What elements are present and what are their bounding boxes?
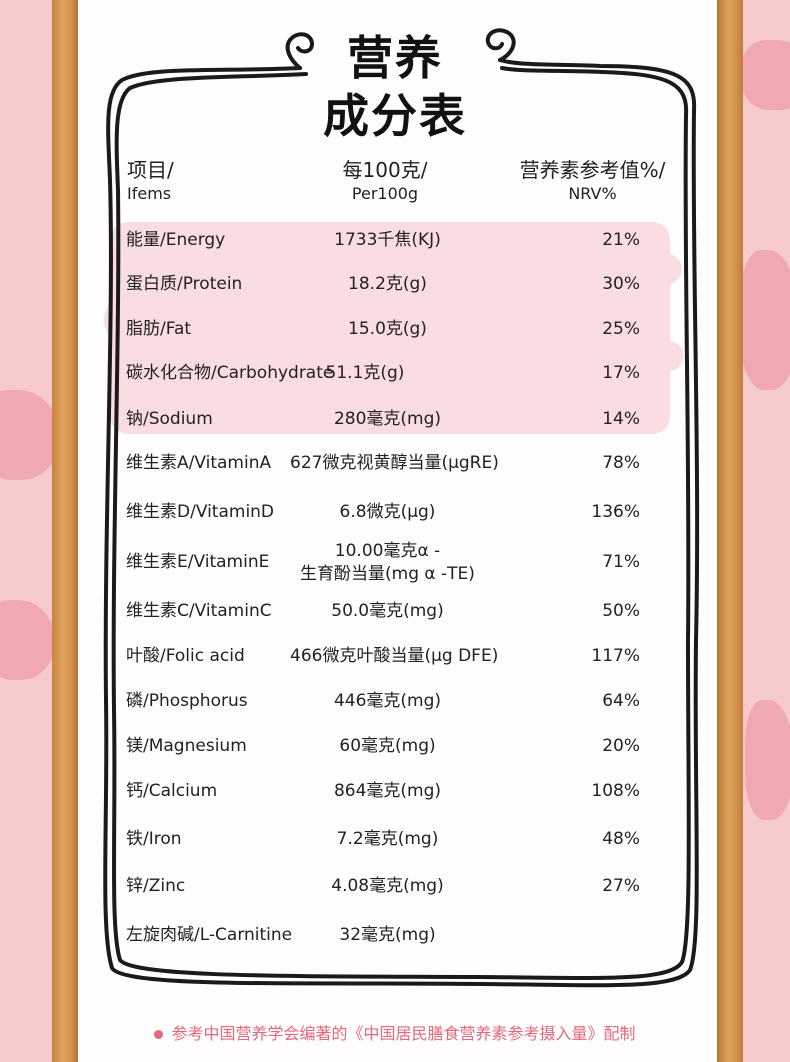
nutrient-value: 627微克视黄醇当量(μgRE) xyxy=(290,453,499,473)
nutrient-value: 18.2克(g) xyxy=(348,274,427,294)
column-header-per100g: 每100克/ Per100g xyxy=(300,158,470,206)
nutrient-value: 446毫克(mg) xyxy=(333,691,442,711)
nutrient-value: 466微克叶酸当量(μg DFE) xyxy=(290,646,499,666)
page-title-line2: 成分表 xyxy=(323,89,467,143)
nutrient-nrv: 21% xyxy=(602,230,640,250)
nutrient-nrv: 14% xyxy=(602,409,640,429)
nutrient-nrv: 64% xyxy=(602,691,640,711)
nutrient-name: 脂肪/Fat xyxy=(126,319,192,339)
nutrient-nrv: 71% xyxy=(602,552,640,572)
column-header-item: 项目/ Ifems xyxy=(127,158,174,206)
nutrient-value: 60毫克(mg) xyxy=(339,736,436,756)
table-row: 蛋白质/Protein 18.2克(g) 30% xyxy=(0,274,790,304)
header-item-cn: 项目/ xyxy=(127,158,174,182)
table-row: 维生素C/VitaminC 50.0毫克(mg) 50% xyxy=(0,601,790,631)
nutrient-nrv: 30% xyxy=(602,274,640,294)
nutrient-nrv: 50% xyxy=(602,601,640,621)
nutrient-name: 维生素A/VitaminA xyxy=(126,453,272,473)
table-row: 钙/Calcium 864毫克(mg) 108% xyxy=(0,781,790,811)
table-row: 碳水化合物/Carbohydrate 51.1克(g) 17% xyxy=(0,363,790,393)
nutrient-value: 32毫克(mg) xyxy=(339,925,436,945)
nutrient-value: 7.2毫克(mg) xyxy=(336,829,439,849)
nutrient-nrv: 136% xyxy=(591,502,640,522)
nutrient-value: 4.08毫克(mg) xyxy=(331,876,444,896)
table-row: 维生素D/VitaminD 6.8微克(μg) 136% xyxy=(0,502,790,532)
nutrient-nrv: 78% xyxy=(602,453,640,473)
header-per-en: Per100g xyxy=(351,184,419,203)
header-item-en: Ifems xyxy=(127,184,172,203)
header-per-cn: 每100克/ xyxy=(342,158,428,182)
table-row: 叶酸/Folic acid 466微克叶酸当量(μg DFE) 117% xyxy=(0,646,790,676)
nutrient-name: 钠/Sodium xyxy=(126,409,213,429)
nutrient-name: 蛋白质/Protein xyxy=(126,274,243,294)
nutrient-name: 铁/Iron xyxy=(126,829,182,849)
nutrient-value: 6.8微克(μg) xyxy=(339,502,436,522)
nutrient-name: 磷/Phosphorus xyxy=(126,691,248,711)
header-nrv-en: NRV% xyxy=(568,184,617,203)
table-row: 左旋肉碱/L-Carnitine 32毫克(mg) xyxy=(0,925,790,955)
nutrient-name: 锌/Zinc xyxy=(126,876,186,896)
table-row: 维生素A/VitaminA 627微克视黄醇当量(μgRE) 78% xyxy=(0,453,790,483)
nutrient-name: 叶酸/Folic acid xyxy=(126,646,245,666)
nutrient-value: 864毫克(mg) xyxy=(333,781,442,801)
table-row: 钠/Sodium 280毫克(mg) 14% xyxy=(0,409,790,439)
bullet-dot-icon xyxy=(154,1030,164,1039)
table-row: 镁/Magnesium 60毫克(mg) 20% xyxy=(0,736,790,766)
nutrient-nrv: 25% xyxy=(602,319,640,339)
nutrient-nrv: 17% xyxy=(602,363,640,383)
nutrient-nrv: 27% xyxy=(602,876,640,896)
table-row: 能量/Energy 1733千焦(KJ) 21% xyxy=(0,230,790,260)
nutrient-name: 维生素C/VitaminC xyxy=(126,601,272,621)
nutrient-name: 钙/Calcium xyxy=(126,781,218,801)
table-row: 锌/Zinc 4.08毫克(mg) 27% xyxy=(0,876,790,906)
column-header-nrv: 营养素参考值%/ NRV% xyxy=(500,158,685,206)
table-row: 维生素E/VitaminE 10.00毫克α - 生育酚当量(mg α -TE)… xyxy=(0,541,790,584)
nutrient-name: 维生素E/VitaminE xyxy=(126,552,270,572)
footer-note: 参考中国营养学会编著的《中国居民膳食营养素参考摄入量》配制 xyxy=(0,1020,790,1044)
footer-text: 参考中国营养学会编著的《中国居民膳食营养素参考摄入量》配制 xyxy=(171,1024,636,1043)
nutrient-nrv: 117% xyxy=(591,646,640,666)
nutrient-value-line2: 生育酚当量(mg α -TE) xyxy=(300,564,475,584)
nutrient-name: 维生素D/VitaminD xyxy=(126,502,275,522)
table-row: 脂肪/Fat 15.0克(g) 25% xyxy=(0,319,790,349)
nutrient-nrv: 20% xyxy=(602,736,640,756)
table-row: 磷/Phosphorus 446毫克(mg) 64% xyxy=(0,691,790,721)
nutrient-value: 10.00毫克α - xyxy=(334,541,441,561)
table-row: 铁/Iron 7.2毫克(mg) 48% xyxy=(0,829,790,859)
nutrient-value: 15.0克(g) xyxy=(348,319,427,339)
nutrient-nrv: 48% xyxy=(602,829,640,849)
nutrient-value: 1733千焦(KJ) xyxy=(334,230,441,250)
header-nrv-cn: 营养素参考值%/ xyxy=(519,158,666,182)
page-title-line1: 营养 xyxy=(347,31,443,85)
nutrient-value: 50.0毫克(mg) xyxy=(331,601,444,621)
nutrient-name: 左旋肉碱/L-Carnitine xyxy=(126,925,293,945)
nutrient-value: 51.1克(g) xyxy=(325,363,405,383)
nutrient-name: 镁/Magnesium xyxy=(126,736,247,756)
nutrient-name: 能量/Energy xyxy=(126,230,226,250)
nutrient-value: 280毫克(mg) xyxy=(333,409,442,429)
nutrient-nrv: 108% xyxy=(591,781,640,801)
